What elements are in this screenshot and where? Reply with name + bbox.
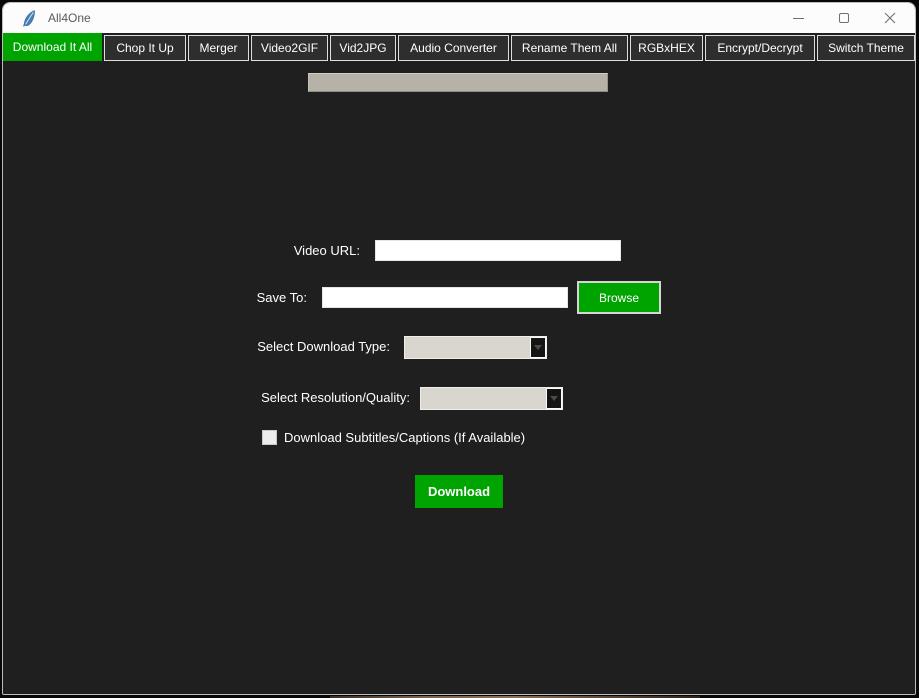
video-url-input[interactable] bbox=[375, 240, 621, 261]
video-url-label: Video URL: bbox=[293, 243, 360, 258]
browse-button[interactable]: Browse bbox=[577, 281, 661, 314]
download-type-dropdown-button[interactable] bbox=[530, 337, 546, 358]
tab-chop-it-up[interactable]: Chop It Up bbox=[104, 35, 186, 61]
close-icon bbox=[884, 12, 896, 24]
download-it-all-pane: Video URL: Save To: Browse Select Downlo… bbox=[3, 61, 915, 694]
save-to-label: Save To: bbox=[256, 290, 307, 305]
download-progressbar bbox=[308, 73, 608, 92]
tab-rgbxhex[interactable]: RGBxHEX bbox=[630, 35, 703, 61]
maximize-button[interactable] bbox=[821, 3, 867, 33]
tab-video2gif[interactable]: Video2GIF bbox=[251, 35, 328, 61]
download-type-label: Select Download Type: bbox=[257, 339, 390, 354]
resolution-value bbox=[421, 388, 546, 409]
title-bar[interactable]: All4One bbox=[3, 3, 915, 33]
tab-download-it-all[interactable]: Download It All bbox=[3, 33, 102, 61]
window-title: All4One bbox=[48, 11, 91, 25]
minimize-icon bbox=[792, 17, 804, 19]
resolution-dropdown-button[interactable] bbox=[546, 388, 562, 409]
tab-audio-converter[interactable]: Audio Converter bbox=[398, 35, 509, 61]
tab-vid2jpg[interactable]: Vid2JPG bbox=[330, 35, 396, 61]
subtitles-checkbox[interactable] bbox=[262, 430, 277, 445]
download-button[interactable]: Download bbox=[415, 475, 503, 508]
maximize-icon bbox=[839, 13, 849, 23]
save-to-input[interactable] bbox=[322, 287, 568, 308]
download-type-combobox[interactable] bbox=[404, 336, 547, 359]
tk-feather-icon bbox=[23, 9, 35, 27]
resolution-combobox[interactable] bbox=[420, 387, 563, 410]
chevron-down-icon bbox=[550, 396, 558, 401]
tab-switch-theme[interactable]: Switch Theme bbox=[817, 35, 915, 61]
tab-rename-them-all[interactable]: Rename Them All bbox=[511, 35, 628, 61]
window-controls bbox=[775, 3, 913, 33]
chevron-down-icon bbox=[534, 345, 542, 350]
tab-encrypt-decrypt[interactable]: Encrypt/Decrypt bbox=[705, 35, 815, 61]
app-window: All4One Download It All Chop It Up Merge… bbox=[2, 2, 916, 695]
subtitles-checkbox-label: Download Subtitles/Captions (If Availabl… bbox=[284, 430, 526, 445]
minimize-button[interactable] bbox=[775, 3, 821, 33]
close-button[interactable] bbox=[867, 3, 913, 33]
resolution-label: Select Resolution/Quality: bbox=[261, 390, 410, 405]
tab-merger[interactable]: Merger bbox=[188, 35, 249, 61]
notebook-tab-bar: Download It All Chop It Up Merger Video2… bbox=[3, 33, 915, 61]
download-type-value bbox=[405, 337, 530, 358]
